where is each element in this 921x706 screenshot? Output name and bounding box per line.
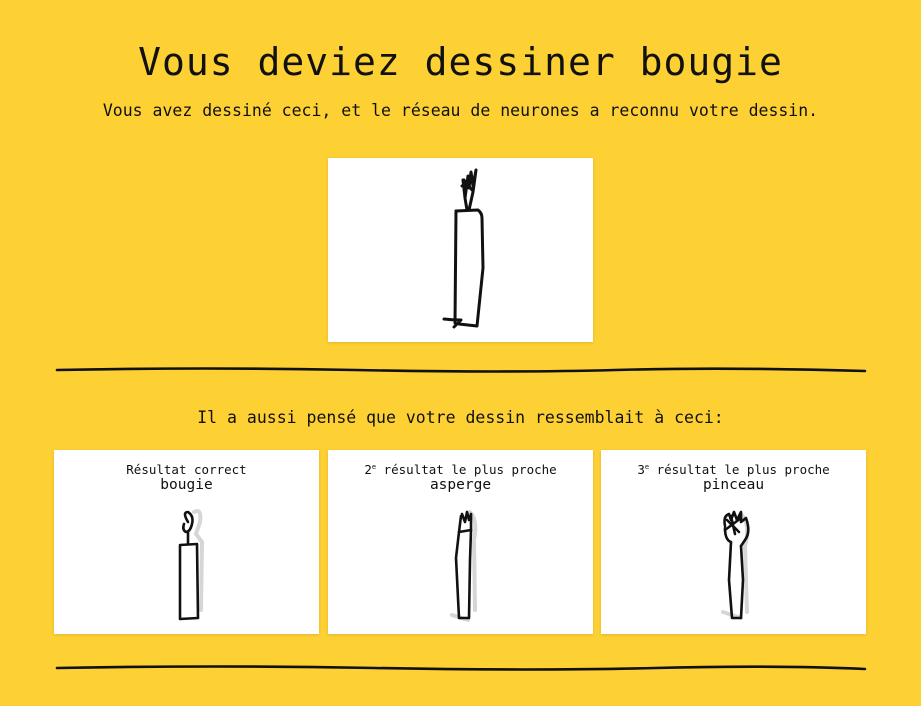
user-drawing-card <box>328 158 593 342</box>
result-card-correct[interactable]: Résultat correct bougie <box>54 450 319 634</box>
bottom-divider <box>55 665 867 671</box>
page-title: Vous deviez dessiner bougie <box>138 40 783 84</box>
candle-example-drawing <box>178 509 205 621</box>
result-card-second[interactable]: 2e résultat le plus proche asperge <box>328 450 593 634</box>
section-divider <box>55 367 867 373</box>
page-subtitle: Vous avez dessiné ceci, et le réseau de … <box>102 101 819 120</box>
result-card-third[interactable]: 3e résultat le plus proche pinceau <box>601 450 866 634</box>
user-candle-drawing <box>442 168 485 329</box>
asparagus-example-drawing <box>450 510 478 622</box>
similar-results-label: Il a aussi pensé que votre dessin ressem… <box>197 408 724 427</box>
paintbrush-example-drawing <box>721 510 750 620</box>
